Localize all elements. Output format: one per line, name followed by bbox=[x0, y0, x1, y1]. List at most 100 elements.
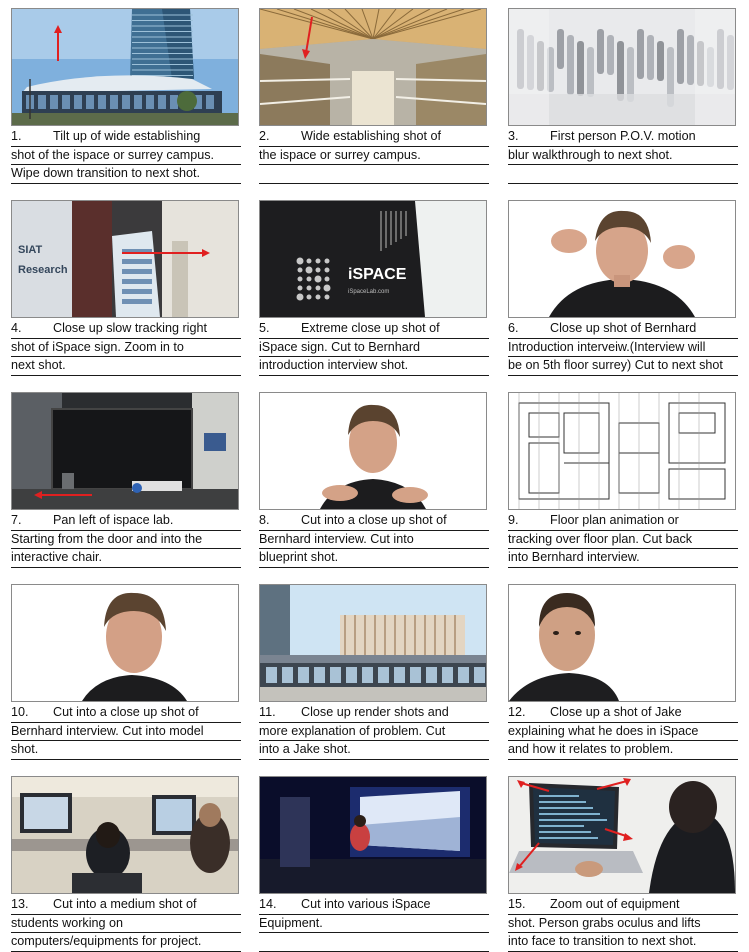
description-text: shot of the ispace or surrey campus. bbox=[11, 147, 214, 162]
panel-description: 14. Cut into various iSpace Equipment. bbox=[259, 896, 489, 952]
panel-number: 10. bbox=[11, 705, 29, 719]
description-line: 8. Cut into a close up shot of bbox=[259, 512, 489, 531]
description-line: students working on bbox=[11, 915, 241, 933]
svg-text:iSpaceLab.com: iSpaceLab.com bbox=[348, 289, 389, 295]
description-text: Close up slow tracking right bbox=[53, 321, 207, 335]
panel-description: 3. First person P.O.V. motion blur walkthr… bbox=[508, 128, 738, 184]
svg-text:Research: Research bbox=[18, 264, 68, 276]
description-text: next shot. bbox=[11, 358, 66, 372]
panel-thumbnail-ispace-sign: iSPACE iSpaceLab.com bbox=[259, 200, 487, 318]
svg-text:SIAT: SIAT bbox=[18, 244, 43, 256]
description-line: blueprint shot. bbox=[259, 549, 489, 568]
description-line: interactive chair. bbox=[11, 549, 241, 568]
panel-description: 12. Close up a shot of Jake explaining wha… bbox=[508, 704, 738, 760]
description-text: the ispace or surrey campus. bbox=[259, 147, 421, 162]
description-text: Pan left of ispace lab. bbox=[53, 513, 174, 527]
description-line: 9. Floor plan animation or bbox=[508, 512, 738, 531]
description-line: 13. Cut into a medium shot of bbox=[11, 896, 241, 915]
description-text: blueprint shot. bbox=[259, 550, 339, 564]
description-text: more explanation of problem. Cut bbox=[259, 723, 446, 738]
description-line: 10. Cut into a close up shot of bbox=[11, 704, 241, 723]
svg-text:iSPACE: iSPACE bbox=[348, 266, 407, 283]
description-line: iSpace sign. Cut to Bernhard bbox=[259, 339, 489, 357]
thumbnail-image bbox=[509, 393, 735, 509]
panel-number: 3. bbox=[508, 129, 519, 143]
description-line: 5. Extreme close up shot of bbox=[259, 320, 489, 339]
description-text: explaining what he does in iSpace bbox=[508, 723, 699, 738]
description-line: shot of iSpace sign. Zoom in to bbox=[11, 339, 241, 357]
description-text: Equipment. bbox=[259, 915, 323, 930]
panel-description: 5. Extreme close up shot of iSpace sign. C… bbox=[259, 320, 489, 376]
panel-thumbnail-building-render bbox=[259, 584, 487, 702]
description-text: Cut into various iSpace bbox=[301, 897, 431, 911]
panel-number: 2. bbox=[259, 129, 270, 143]
description-line: into face to transition to next shot. bbox=[508, 933, 738, 952]
panel-number: 15. bbox=[508, 897, 526, 911]
panel-number: 11. bbox=[259, 705, 276, 719]
panel-number: 6. bbox=[508, 321, 519, 335]
panel-thumbnail-floor-plan bbox=[508, 392, 736, 510]
description-text: into Bernhard interview. bbox=[508, 550, 640, 564]
description-text: Cut into a medium shot of bbox=[53, 897, 197, 911]
description-text: Cut into a close up shot of bbox=[301, 513, 447, 527]
description-line: Equipment. bbox=[259, 915, 489, 933]
panel-description: 10. Cut into a close up shot of Bernhard i… bbox=[11, 704, 241, 760]
description-text: Introduction interveiw.(Interview will bbox=[508, 339, 706, 354]
thumbnail-image bbox=[509, 9, 735, 125]
panel-number: 4. bbox=[11, 321, 22, 335]
thumbnail-image bbox=[260, 9, 486, 125]
panel-number: 9. bbox=[508, 513, 519, 527]
description-text: Bernhard interview. Cut into model bbox=[11, 723, 204, 738]
panel-number: 7. bbox=[11, 513, 22, 527]
panel-description: 13. Cut into a medium shot of students wor… bbox=[11, 896, 241, 952]
panel-thumbnail-jake-portrait bbox=[508, 584, 736, 702]
thumbnail-image: SIAT Research bbox=[12, 201, 238, 317]
panel-thumbnail-crowd-blur bbox=[508, 8, 736, 126]
description-line: Bernhard interview. Cut into bbox=[259, 531, 489, 549]
description-line: computers/equipments for project. bbox=[11, 933, 241, 952]
description-line: blur walkthrough to next shot. bbox=[508, 147, 738, 165]
description-line: Starting from the door and into the bbox=[11, 531, 241, 549]
thumbnail-image bbox=[509, 585, 735, 701]
description-line: 14. Cut into various iSpace bbox=[259, 896, 489, 915]
description-text: tracking over floor plan. Cut back bbox=[508, 531, 693, 546]
description-line: 2. Wide establishing shot of bbox=[259, 128, 489, 147]
description-line: explaining what he does in iSpace bbox=[508, 723, 738, 741]
panel-thumbnail-tower-exterior bbox=[11, 8, 239, 126]
description-text: Extreme close up shot of bbox=[301, 321, 440, 335]
description-text: shot. bbox=[11, 742, 39, 756]
description-text: Close up render shots and bbox=[301, 705, 449, 719]
panel-thumbnail-students-computers bbox=[11, 776, 239, 894]
description-line: Introduction interveiw.(Interview will bbox=[508, 339, 738, 357]
panel-number: 5. bbox=[259, 321, 270, 335]
description-line: shot. bbox=[11, 741, 241, 760]
description-line: into a Jake shot. bbox=[259, 741, 489, 760]
panel-number: 12. bbox=[508, 705, 526, 719]
description-line: 15. Zoom out of equipment bbox=[508, 896, 738, 915]
thumbnail-image bbox=[509, 201, 735, 317]
thumbnail-image bbox=[260, 777, 486, 893]
description-line: 4. Close up slow tracking right bbox=[11, 320, 241, 339]
description-line: into Bernhard interview. bbox=[508, 549, 738, 568]
description-line: tracking over floor plan. Cut back bbox=[508, 531, 738, 549]
description-text: computers/equipments for project. bbox=[11, 934, 202, 948]
panel-thumbnail-lab-interior bbox=[11, 392, 239, 510]
panel-description: 1. Tilt up of wide establishing shot of th… bbox=[11, 128, 241, 184]
thumbnail-image bbox=[509, 777, 735, 893]
thumbnail-image bbox=[260, 393, 486, 509]
description-text: First person P.O.V. motion bbox=[550, 129, 696, 143]
panel-description: 7. Pan left of ispace lab. Starting from t… bbox=[11, 512, 241, 568]
description-line: shot. Person grabs oculus and lifts bbox=[508, 915, 738, 933]
panel-description: 8. Cut into a close up shot of Bernhard in… bbox=[259, 512, 489, 568]
description-text: Starting from the door and into the bbox=[11, 531, 203, 546]
description-line: more explanation of problem. Cut bbox=[259, 723, 489, 741]
panel-thumbnail-bernhard-talking bbox=[259, 392, 487, 510]
panel-thumbnail-ispace-equipment bbox=[259, 776, 487, 894]
description-text: shot. Person grabs oculus and lifts bbox=[508, 915, 701, 930]
panel-description: 9. Floor plan animation or tracking over f… bbox=[508, 512, 738, 568]
description-text: into face to transition to next shot. bbox=[508, 934, 697, 948]
description-text: Floor plan animation or bbox=[550, 513, 679, 527]
description-line: be on 5th floor surrey) Cut to next shot bbox=[508, 357, 738, 376]
description-text: Zoom out of equipment bbox=[550, 897, 680, 911]
description-text: Wide establishing shot of bbox=[301, 129, 442, 143]
